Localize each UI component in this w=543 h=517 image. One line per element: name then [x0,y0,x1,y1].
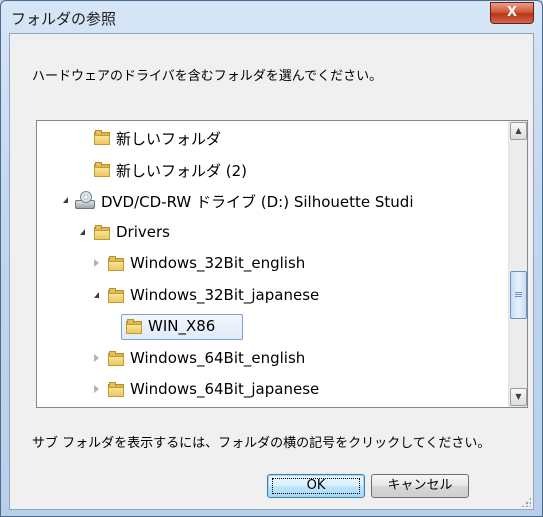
folder-icon [108,350,124,366]
folder-icon [108,255,124,271]
tree-item-label: Windows_32Bit_english [130,254,306,272]
expanded-arrow-icon[interactable] [94,291,99,298]
tree-item-label: Windows_64Bit_japanese [130,380,320,398]
folder-tree-content: 新しいフォルダ新しいフォルダ (2) DVD/CD-RW ドライブ (D:) Si… [37,121,507,407]
scroll-thumb[interactable] [510,271,527,319]
folder-tree[interactable]: 新しいフォルダ新しいフォルダ (2) DVD/CD-RW ドライブ (D:) Si… [36,120,528,408]
scroll-down-button[interactable]: ▼ [510,388,527,406]
tree-item[interactable]: Drivers [37,220,507,246]
expanded-arrow-icon[interactable] [80,228,85,235]
resize-grip[interactable] [521,497,531,507]
optical-drive-icon [75,191,97,211]
cancel-button[interactable]: キャンセル [371,474,469,498]
tree-item-label: Windows_64Bit_english [130,348,306,367]
collapsed-arrow-icon[interactable] [94,385,99,393]
tree-item-label: Windows_32Bit_japanese [130,285,320,304]
tree-item[interactable]: Windows_64Bit_english [37,346,507,372]
tree-item-label: 新しいフォルダ [116,130,222,148]
tree-item[interactable]: DVD/CD-RW ドライブ (D:) Silhouette Studi [37,188,507,214]
instruction-text: ハードウェアのドライバを含むフォルダを選んでください。 [32,69,383,84]
tree-item-label: DVD/CD-RW ドライブ (D:) Silhouette Studi [101,193,414,211]
folder-icon [108,381,124,397]
folder-icon [94,161,110,177]
tree-item[interactable]: Windows_64Bit_japanese [37,377,507,403]
tree-item[interactable]: 新しいフォルダ (2) [37,157,507,183]
vertical-scrollbar[interactable]: ▲ ▼ [508,121,527,407]
cancel-button-label: キャンセル [387,478,453,493]
focus-rect [272,478,360,494]
hint-text: サブ フォルダを表示するには、フォルダの横の記号をクリックしてください。 [32,436,491,451]
tree-item[interactable]: Windows_32Bit_english [37,251,507,277]
ok-button[interactable]: OK [267,474,365,498]
dialog-title: フォルダの参照 [11,10,117,28]
tree-item[interactable]: WIN_X86 [37,314,507,340]
expanded-arrow-icon[interactable] [63,197,68,203]
collapsed-arrow-icon[interactable] [94,353,99,362]
folder-icon [94,224,110,240]
folder-icon [126,318,142,334]
title-bar[interactable]: フォルダの参照 X [1,1,542,33]
tree-item-label: 新しいフォルダ (2) [116,161,248,180]
collapsed-arrow-icon[interactable] [94,259,99,267]
browse-folder-dialog: フォルダの参照 X ハードウェアのドライバを含むフォルダを選んでください。 新し… [0,0,543,517]
tree-item-label: WIN_X86 [148,317,216,335]
folder-icon [108,287,124,303]
scroll-up-button[interactable]: ▲ [510,122,527,140]
dialog-body: ハードウェアのドライバを含むフォルダを選んでください。 新しいフォルダ 新しいフォ… [9,33,534,510]
tree-item[interactable]: Windows_32Bit_japanese [37,283,507,309]
folder-icon [94,129,110,145]
tree-item-label: Drivers [116,222,170,241]
tree-item[interactable]: 新しいフォルダ [37,125,507,151]
close-button[interactable]: X [490,2,534,24]
